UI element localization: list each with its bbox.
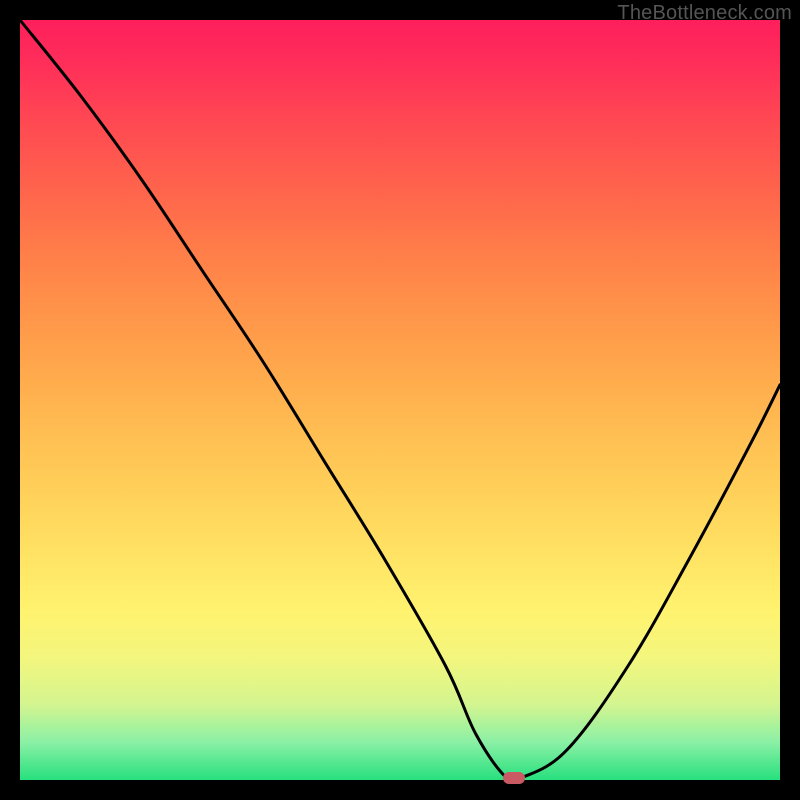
curve-path [20,20,780,783]
chart-frame: TheBottleneck.com [0,0,800,800]
optimum-marker [503,772,525,784]
watermark-text: TheBottleneck.com [617,2,792,25]
bottleneck-curve [20,20,780,780]
